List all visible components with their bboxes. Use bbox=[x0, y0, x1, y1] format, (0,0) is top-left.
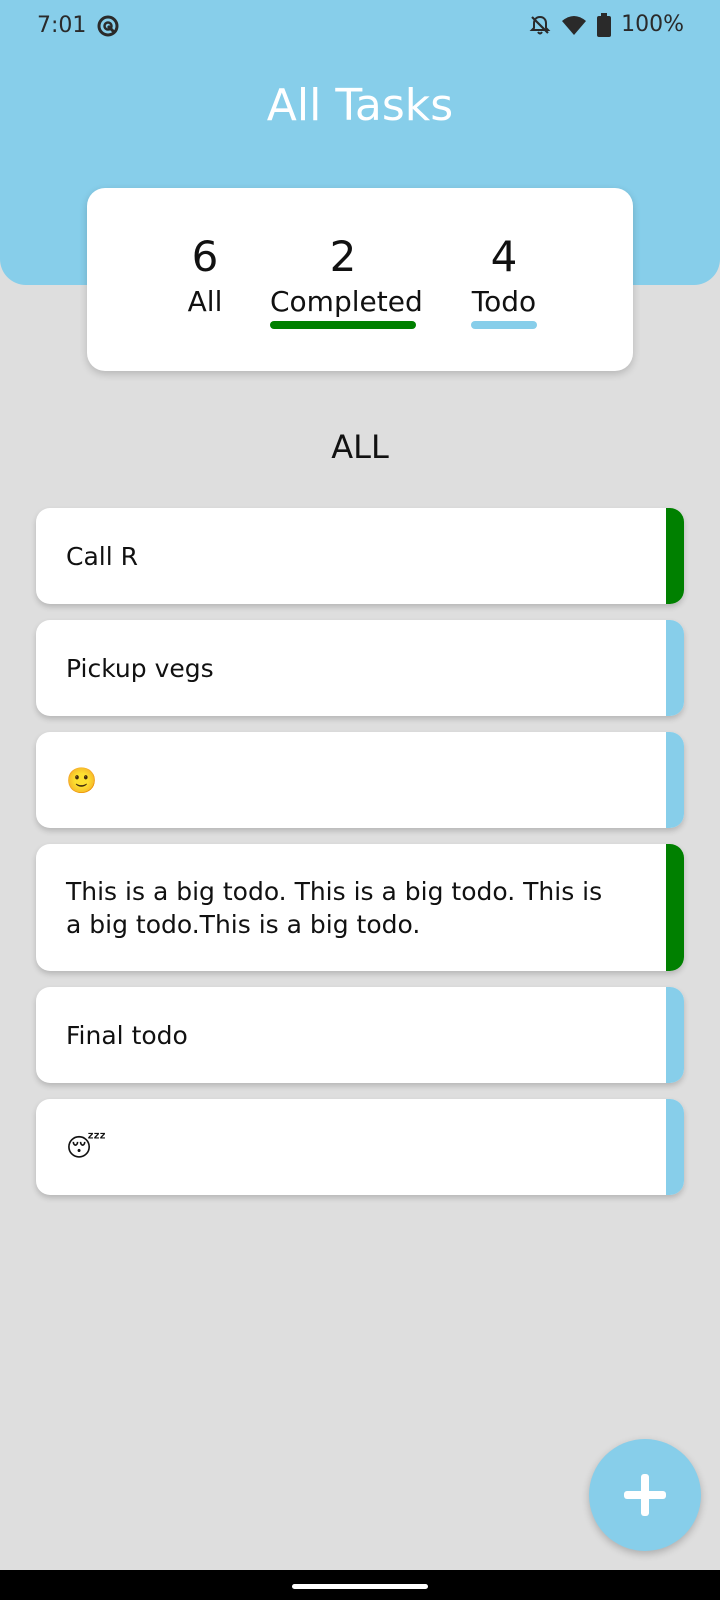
stat-all-label: All bbox=[187, 285, 223, 318]
stat-completed[interactable]: 2 Completed bbox=[270, 232, 423, 329]
stat-all-count: 6 bbox=[191, 232, 219, 281]
stat-todo[interactable]: 4 Todo bbox=[471, 233, 537, 329]
task-card[interactable]: Pickup vegs bbox=[36, 620, 684, 716]
task-status-indicator bbox=[666, 732, 684, 828]
stat-completed-count: 2 bbox=[329, 232, 357, 281]
task-card[interactable]: Call R bbox=[36, 508, 684, 604]
status-bar: 7:01 100% bbox=[0, 0, 720, 52]
summary-card: 6 All 2 Completed 4 Todo bbox=[87, 188, 633, 371]
task-text: 😴 bbox=[66, 1133, 107, 1162]
page-title: All Tasks bbox=[266, 80, 454, 131]
task-card[interactable]: This is a big todo. This is a big todo. … bbox=[36, 844, 684, 971]
section-title: ALL bbox=[331, 428, 389, 466]
stat-todo-count: 4 bbox=[490, 232, 518, 281]
task-status-indicator bbox=[666, 620, 684, 716]
task-text: Final todo bbox=[66, 1021, 188, 1050]
status-time: 7:01 bbox=[37, 13, 87, 38]
completed-underline bbox=[270, 321, 416, 329]
task-status-indicator bbox=[666, 1099, 684, 1195]
status-icons: 100% bbox=[529, 12, 684, 37]
stat-todo-label: Todo bbox=[471, 285, 537, 318]
task-text: Call R bbox=[66, 542, 138, 571]
battery-percent: 100% bbox=[621, 12, 684, 37]
wifi-icon bbox=[561, 14, 587, 36]
app-notification-icon bbox=[96, 14, 120, 38]
plus-icon bbox=[624, 1474, 666, 1516]
task-status-indicator bbox=[666, 987, 684, 1083]
battery-icon bbox=[597, 12, 612, 37]
task-status-indicator bbox=[666, 844, 684, 971]
navigation-bar bbox=[0, 1570, 720, 1600]
task-card[interactable]: Final todo bbox=[36, 987, 684, 1083]
home-gesture-handle[interactable] bbox=[292, 1584, 428, 1589]
task-text: This is a big todo. This is a big todo. … bbox=[66, 877, 603, 939]
task-card[interactable]: 🙂 bbox=[36, 732, 684, 828]
stat-all[interactable]: 6 All bbox=[175, 233, 235, 321]
stat-completed-label: Completed bbox=[270, 285, 423, 318]
todo-underline bbox=[471, 321, 537, 329]
add-task-button[interactable] bbox=[589, 1439, 701, 1551]
task-card[interactable]: 😴 bbox=[36, 1099, 684, 1195]
task-text: Pickup vegs bbox=[66, 654, 214, 683]
mute-icon bbox=[529, 14, 551, 36]
task-status-indicator bbox=[666, 508, 684, 604]
task-text: 🙂 bbox=[66, 766, 98, 795]
task-list: Call R Pickup vegs 🙂 This is a big todo. Th… bbox=[36, 508, 684, 1211]
